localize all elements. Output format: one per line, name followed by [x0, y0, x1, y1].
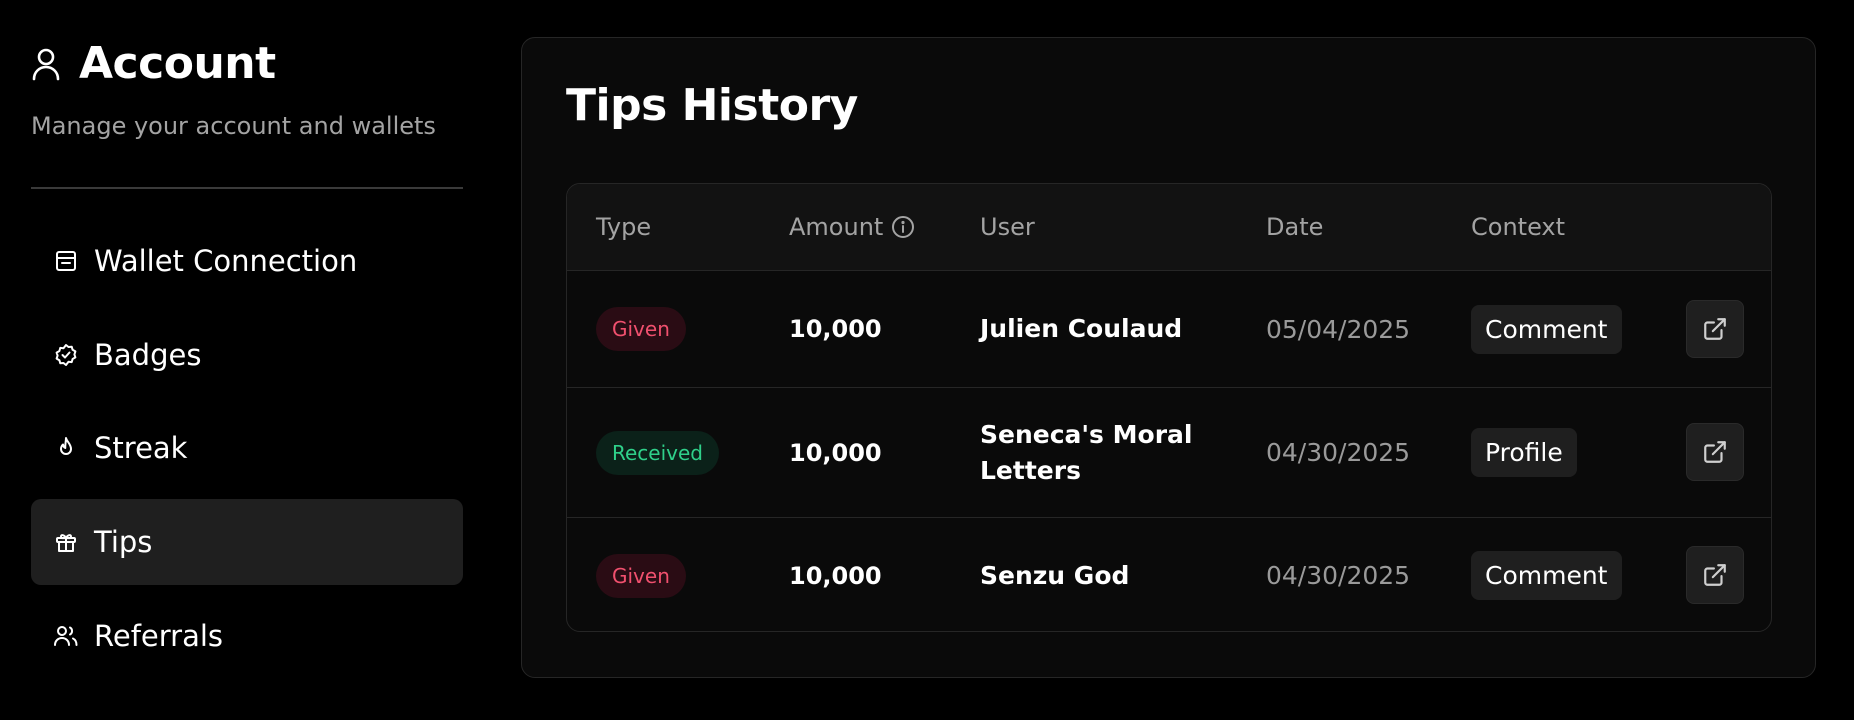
- type-cell: Given: [596, 271, 686, 387]
- context-cell: Profile: [1471, 388, 1577, 517]
- status-badge: Given: [596, 553, 686, 598]
- user-name: Seneca's Moral Letters: [980, 419, 1193, 485]
- page-title: Account: [79, 38, 276, 89]
- sidebar-item-label: Tips: [94, 525, 153, 559]
- table-row: Given 10,000 Senzu God 04/30/2025 Commen…: [567, 518, 1771, 631]
- account-header: Account: [31, 38, 276, 89]
- user-name: Senzu God: [980, 560, 1130, 590]
- type-cell: Given: [596, 518, 686, 631]
- amount-value: 10,000: [789, 315, 882, 343]
- date-value: 05/04/2025: [1266, 314, 1411, 344]
- date-cell: 05/04/2025: [1266, 271, 1410, 387]
- sidebar-item-tips[interactable]: Tips: [31, 499, 463, 585]
- context-cell: Comment: [1471, 518, 1622, 631]
- gift-icon: [53, 529, 79, 555]
- amount-cell: 10,000: [789, 388, 882, 517]
- page-subtitle: Manage your account and wallets: [31, 112, 436, 140]
- badge-check-icon: [53, 342, 79, 368]
- external-link-icon: [1702, 439, 1728, 465]
- status-badge: Given: [596, 307, 686, 351]
- tips-table: Type Amount User Date Context Given 10,0…: [566, 183, 1772, 632]
- amount-value: 10,000: [789, 561, 882, 590]
- sidebar-item-badges[interactable]: Badges: [31, 312, 463, 398]
- column-header-context: Context: [1471, 213, 1566, 241]
- info-icon[interactable]: [891, 215, 915, 239]
- sidebar-item-label: Wallet Connection: [94, 244, 358, 278]
- user-cell: Seneca's Moral Letters: [980, 388, 1210, 517]
- column-header-amount-label: Amount: [789, 213, 884, 241]
- column-header-date: Date: [1266, 213, 1324, 241]
- user-cell: Julien Coulaud: [980, 271, 1210, 387]
- flame-icon: [53, 435, 79, 461]
- sidebar-item-label: Referrals: [94, 619, 224, 653]
- column-header-user: User: [980, 213, 1035, 241]
- context-tag: Profile: [1471, 428, 1577, 477]
- column-header-amount: Amount: [789, 184, 915, 270]
- date-cell: 04/30/2025: [1266, 388, 1410, 517]
- sidebar-item-referrals[interactable]: Referrals: [31, 593, 463, 679]
- sidebar-divider: [31, 187, 463, 189]
- external-link-icon: [1702, 562, 1728, 588]
- date-value: 04/30/2025: [1266, 438, 1411, 467]
- open-link-button[interactable]: [1686, 300, 1744, 358]
- context-tag: Comment: [1471, 304, 1622, 354]
- sidebar-item-label: Badges: [94, 338, 202, 372]
- date-cell: 04/30/2025: [1266, 518, 1411, 631]
- amount-cell: 10,000: [789, 271, 882, 387]
- date-value: 04/30/2025: [1266, 561, 1411, 590]
- open-link-button[interactable]: [1686, 546, 1744, 604]
- user-cell: Senzu God: [980, 518, 1210, 631]
- open-link-button[interactable]: [1686, 423, 1744, 481]
- sidebar-item-wallet-connection[interactable]: Wallet Connection: [31, 218, 463, 304]
- type-cell: Received: [596, 388, 719, 517]
- status-badge: Received: [596, 430, 719, 475]
- external-link-icon: [1702, 316, 1728, 342]
- users-icon: [53, 623, 79, 649]
- section-title: Tips History: [566, 80, 858, 131]
- user-icon: [31, 47, 65, 81]
- user-name: Julien Coulaud: [980, 314, 1183, 343]
- sidebar-item-label: Streak: [94, 431, 188, 465]
- amount-cell: 10,000: [789, 518, 882, 631]
- context-tag: Comment: [1471, 551, 1622, 600]
- table-header: Type Amount User Date Context: [567, 184, 1771, 271]
- sidebar-item-streak[interactable]: Streak: [31, 405, 463, 491]
- table-row: Given 10,000 Julien Coulaud 05/04/2025 C…: [567, 271, 1771, 388]
- context-cell: Comment: [1471, 271, 1622, 387]
- tips-history-panel: Tips History Type Amount User Date Conte…: [521, 37, 1816, 678]
- amount-value: 10,000: [789, 438, 882, 467]
- table-row: Received 10,000 Seneca's Moral Letters 0…: [567, 388, 1771, 518]
- column-header-type: Type: [596, 213, 652, 241]
- wallet-icon: [53, 248, 79, 274]
